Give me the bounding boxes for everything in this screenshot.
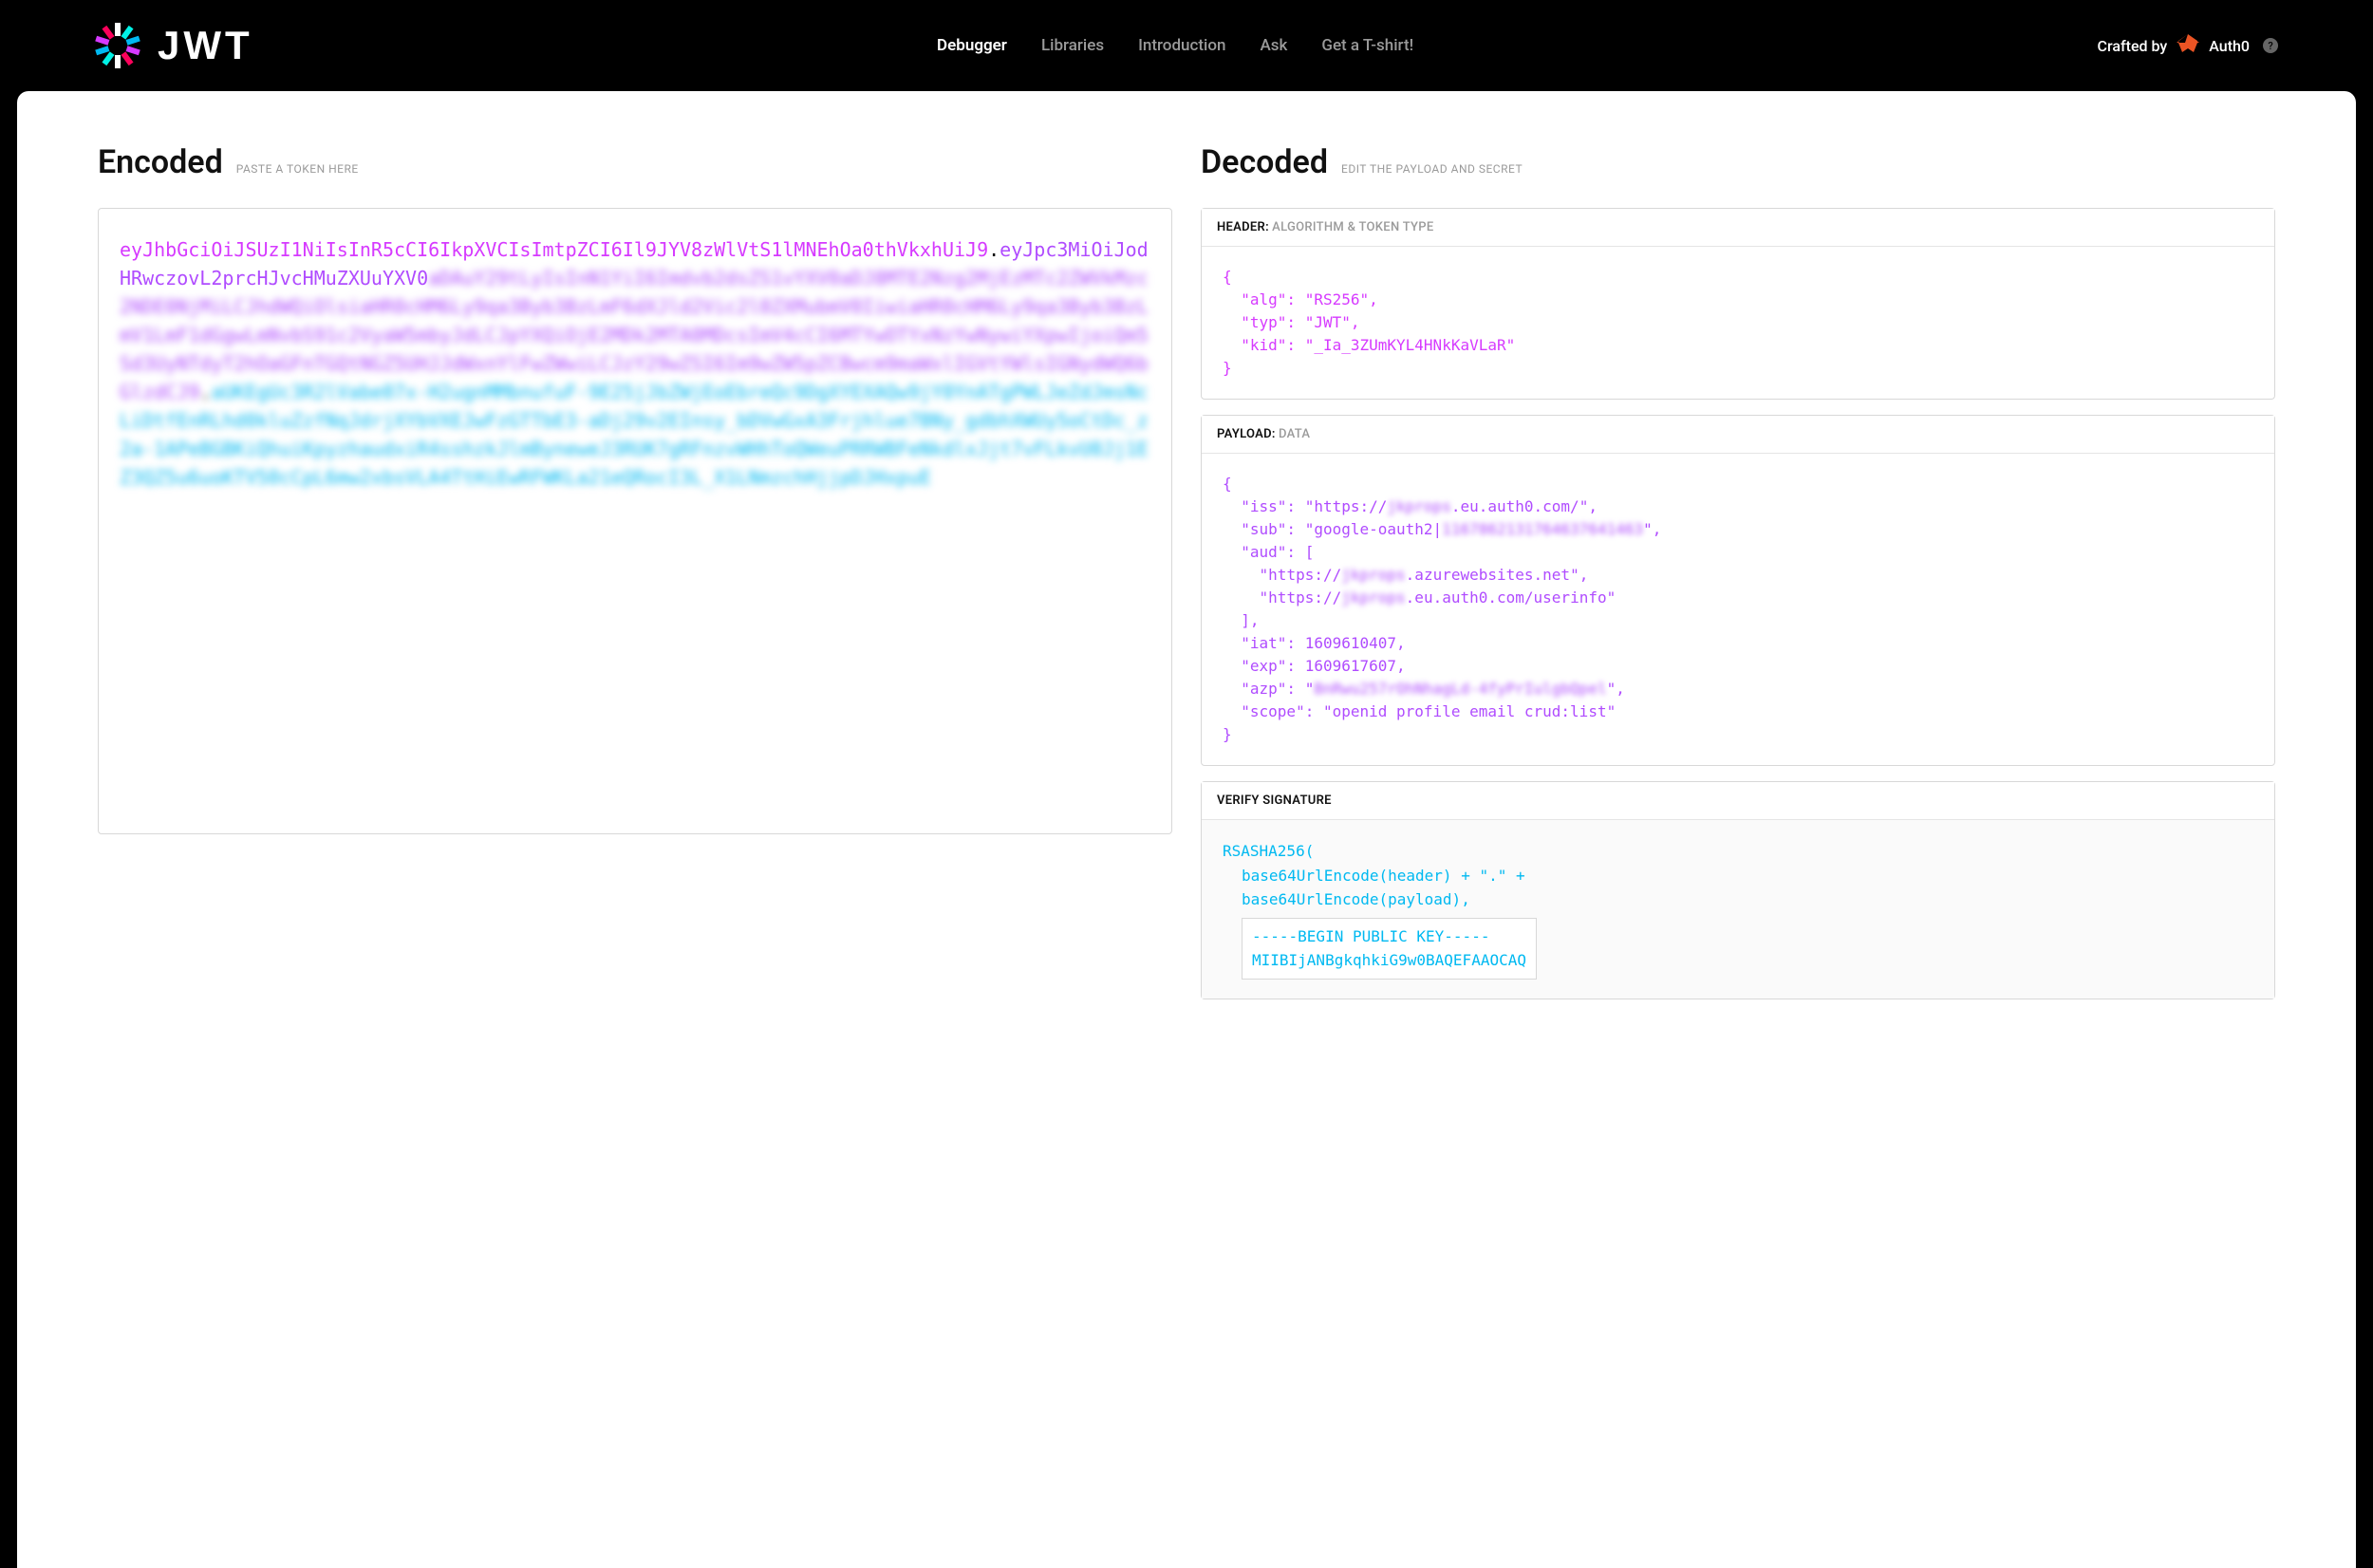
header-json-content: { "alg": "RS256", "typ": "JWT", "kid": "…	[1223, 266, 2253, 380]
verify-body[interactable]: RSASHA256( base64UrlEncode(header) + "."…	[1202, 820, 2274, 999]
payload-panel-title: PAYLOAD: DATA	[1202, 416, 2274, 454]
verify-panel-title: VERIFY SIGNATURE	[1202, 782, 2274, 820]
main-nav: Debugger Libraries Introduction Ask Get …	[253, 36, 2098, 55]
header-panel-title: HEADER: ALGORITHM & TOKEN TYPE	[1202, 209, 2274, 247]
verify-code: RSASHA256( base64UrlEncode(header) + "."…	[1223, 839, 2253, 980]
jwt-logo-icon	[95, 23, 140, 68]
help-icon[interactable]: ?	[2263, 38, 2278, 53]
encoded-hint: PASTE A TOKEN HERE	[236, 162, 359, 176]
decoded-title: Decoded	[1201, 143, 1328, 181]
encoded-column: Encoded PASTE A TOKEN HERE eyJhbGciOiJSU…	[98, 143, 1172, 1568]
logo-text: JWT	[158, 23, 253, 68]
crafted-by[interactable]: Crafted by Auth0 ?	[2098, 34, 2278, 57]
decoded-hint: EDIT THE PAYLOAD AND SECRET	[1341, 162, 1523, 176]
header-panel-sub: ALGORITHM & TOKEN TYPE	[1272, 220, 1433, 234]
header-panel: HEADER: ALGORITHM & TOKEN TYPE { "alg": …	[1201, 208, 2275, 400]
decoded-title-row: Decoded EDIT THE PAYLOAD AND SECRET	[1201, 143, 2275, 181]
token-header-part: eyJhbGciOiJSUzI1NiIsInR5cCI6IkpXVCIsImtp…	[120, 238, 988, 261]
nav-debugger[interactable]: Debugger	[937, 36, 1007, 55]
auth0-icon	[2177, 34, 2199, 57]
logo[interactable]: JWT	[95, 23, 253, 68]
token-signature-blurred: aUKEgUc3R2lVabe07x-H2ugnMMbnufuF-9E25jJb…	[120, 381, 1149, 489]
payload-panel-sub: DATA	[1279, 427, 1310, 441]
decoded-column: Decoded EDIT THE PAYLOAD AND SECRET HEAD…	[1201, 143, 2275, 1568]
payload-panel: PAYLOAD: DATA { "iss": "https://jkprops.…	[1201, 415, 2275, 766]
payload-json-content: { "iss": "https://jkprops.eu.auth0.com/"…	[1223, 473, 2253, 746]
crafted-prefix: Crafted by	[2098, 37, 2168, 55]
top-header: JWT Debugger Libraries Introduction Ask …	[0, 0, 2373, 91]
header-json[interactable]: { "alg": "RS256", "typ": "JWT", "kid": "…	[1202, 247, 2274, 399]
nav-libraries[interactable]: Libraries	[1041, 36, 1104, 55]
public-key-input[interactable]: -----BEGIN PUBLIC KEY----- MIIBIjANBgkqh…	[1242, 918, 1537, 980]
encoded-title: Encoded	[98, 143, 223, 181]
encoded-token-box[interactable]: eyJhbGciOiJSUzI1NiIsInR5cCI6IkpXVCIsImtp…	[98, 208, 1172, 834]
payload-json[interactable]: { "iss": "https://jkprops.eu.auth0.com/"…	[1202, 454, 2274, 765]
verify-panel-label: VERIFY SIGNATURE	[1217, 793, 1332, 808]
nav-introduction[interactable]: Introduction	[1138, 36, 1225, 55]
crafted-brand: Auth0	[2209, 37, 2250, 55]
nav-tshirt[interactable]: Get a T-shirt!	[1321, 36, 1413, 55]
encoded-title-row: Encoded PASTE A TOKEN HERE	[98, 143, 1172, 181]
verify-signature-panel: VERIFY SIGNATURE RSASHA256( base64UrlEnc…	[1201, 781, 2275, 999]
payload-panel-label: PAYLOAD:	[1217, 427, 1276, 441]
content: Encoded PASTE A TOKEN HERE eyJhbGciOiJSU…	[17, 91, 2356, 1568]
nav-ask[interactable]: Ask	[1260, 36, 1287, 55]
header-panel-label: HEADER:	[1217, 220, 1269, 234]
